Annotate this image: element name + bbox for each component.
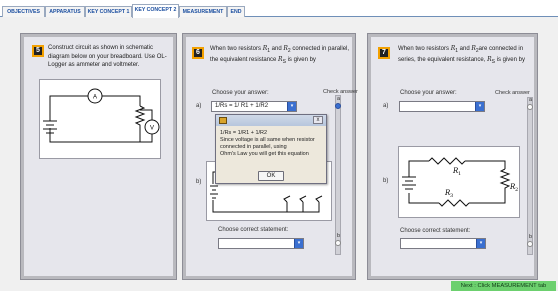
choose-statement-label: Choose correct statement:: [218, 227, 289, 233]
panel-step-7-content: 7 When two resistors R1 and R2are connec…: [371, 37, 534, 276]
dialog-message: 1/Rs = 1/R1 + 1/R2 Since voltage is all …: [220, 130, 324, 158]
ammeter-label: A: [93, 95, 97, 101]
series-circuit-diagram: R 1 R 2 R 3: [398, 146, 520, 218]
statement-dropdown[interactable]: ▾: [218, 238, 304, 249]
choose-answer-label: Choose your answer:: [212, 90, 269, 96]
step-number-badge: 7: [378, 47, 390, 59]
question-pre: When two resistors: [210, 46, 263, 52]
chevron-down-icon[interactable]: ▾: [294, 239, 303, 248]
tab-bar: OBJECTIVES APPARATUS KEY CONCEPT 1 KEY C…: [0, 0, 558, 18]
tab-apparatus[interactable]: APPARATUS: [45, 6, 85, 17]
chevron-down-icon[interactable]: ▾: [476, 239, 485, 248]
check-answer-track: [335, 95, 341, 255]
choose-answer-label: Choose your answer:: [400, 90, 457, 96]
tab-key-concept-1[interactable]: KEY CONCEPT 1: [85, 6, 132, 17]
question-text: When two resistors R1 and R2 connected i…: [210, 45, 350, 66]
radio-b[interactable]: [527, 241, 533, 247]
radio-b-label: b: [529, 234, 533, 240]
option-b-label: b): [196, 179, 202, 185]
tab-objectives[interactable]: OBJECTIVES: [2, 6, 45, 17]
dialog-line-3: Ohm's Law you will get this equation: [220, 151, 309, 157]
tab-end[interactable]: END: [227, 6, 245, 17]
step-number-badge: 6: [192, 47, 204, 59]
circuit-schematic: A V: [43, 88, 160, 143]
diagram-r2-sub: 2: [515, 187, 518, 193]
chevron-down-icon[interactable]: ▾: [475, 102, 484, 111]
radio-b[interactable]: [335, 240, 341, 246]
panel-step-5-content: 5 Construct circuit as shown in schemati…: [24, 37, 173, 276]
answer-a-dropdown[interactable]: 1/Rs = 1/ R1 + 1/R2 ▾: [211, 101, 297, 112]
question-end: is given by: [494, 56, 525, 63]
radio-a[interactable]: [335, 103, 341, 109]
next-hint: Next : Click MEASUREMENT tab: [451, 281, 556, 291]
app-icon: [219, 117, 227, 124]
diagram-r3-sub: 3: [450, 193, 453, 199]
radio-b-label: b: [337, 233, 341, 239]
voltmeter-label: V: [150, 126, 154, 132]
step-number-badge: 5: [32, 45, 44, 57]
radio-a-label: a: [529, 97, 533, 103]
answer-a-dropdown[interactable]: ▾: [399, 101, 485, 112]
question-and: and: [458, 46, 472, 52]
option-a-label: a): [196, 103, 202, 109]
panel-step-7: 7 When two resistors R1 and R2are connec…: [367, 33, 538, 280]
tab-measurement[interactable]: MEASUREMENT: [179, 6, 227, 17]
chevron-down-icon[interactable]: ▾: [287, 102, 296, 111]
statement-dropdown[interactable]: ▾: [400, 238, 486, 249]
close-icon[interactable]: x: [313, 116, 323, 124]
tab-key-concept-2[interactable]: KEY CONCEPT 2: [132, 4, 179, 18]
option-a-label: a): [383, 103, 389, 109]
option-b-label: b): [383, 178, 389, 184]
panel-step-5: 5 Construct circuit as shown in schemati…: [20, 33, 177, 280]
question-text: When two resistors R1 and R2are connecte…: [398, 45, 534, 66]
radio-a-label: a: [337, 96, 341, 102]
ok-button[interactable]: OK: [258, 171, 284, 181]
question-end: is given by: [285, 56, 316, 63]
choose-statement-label: Choose correct statement:: [400, 228, 471, 234]
dialog-line-2: Since voltage is all same when resistor …: [220, 137, 315, 150]
radio-a[interactable]: [527, 104, 533, 110]
check-answer-label: Check answer: [495, 90, 530, 96]
answer-feedback-dialog: x 1/Rs = 1/R1 + 1/R2 Since voltage is al…: [215, 114, 327, 184]
instruction-text: Construct circuit as shown in schematic …: [48, 45, 167, 68]
series-circuit-schematic: R 1 R 2 R 3: [402, 157, 518, 207]
diagram-r1-sub: 1: [458, 171, 461, 177]
question-pre: When two resistors: [398, 46, 451, 52]
question-and: and: [270, 46, 284, 52]
answer-a-value: 1/Rs = 1/ R1 + 1/R2: [215, 103, 269, 109]
dialog-line-1: 1/Rs = 1/R1 + 1/R2: [220, 130, 268, 136]
schematic-diagram: A V: [39, 79, 161, 159]
dialog-title-bar: x: [216, 115, 326, 126]
check-answer-track: [527, 97, 533, 255]
